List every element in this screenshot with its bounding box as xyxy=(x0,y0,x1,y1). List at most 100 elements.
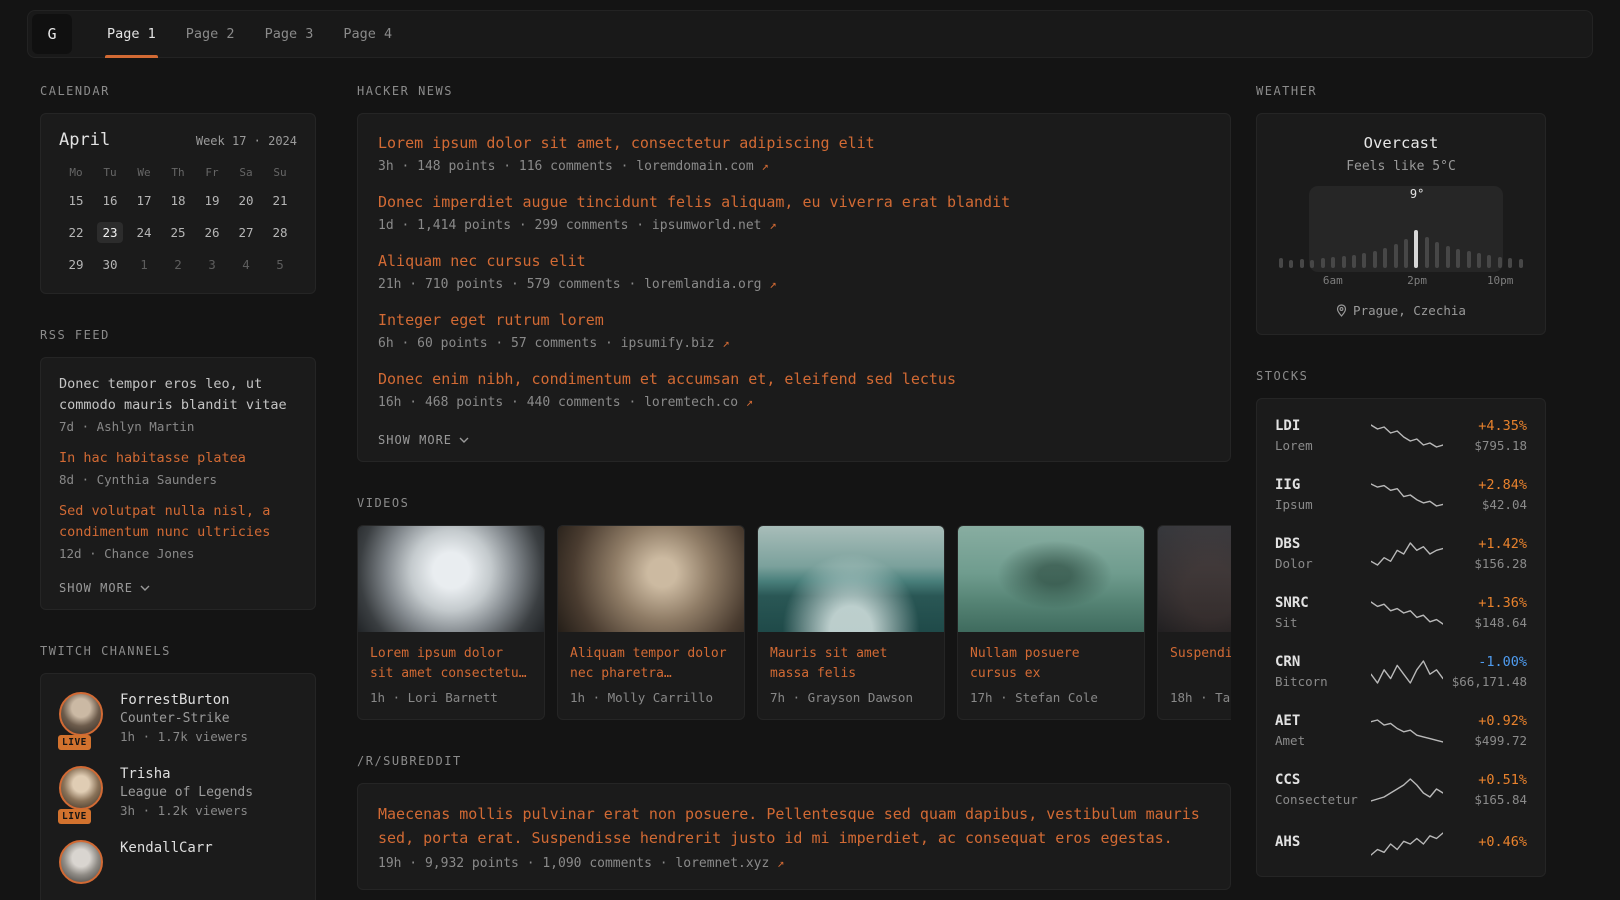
stock-ticker[interactable]: LDI xyxy=(1275,418,1363,434)
weather-bar xyxy=(1321,258,1325,268)
hn-item-title[interactable]: Lorem ipsum dolor sit amet, consectetur … xyxy=(378,132,1210,154)
left-column: CALENDAR April Week 17 · 2024 MoTuWeThFr… xyxy=(40,84,316,900)
stock-ticker[interactable]: CCS xyxy=(1275,772,1363,788)
stock-change: +1.36% xyxy=(1451,595,1527,611)
app-logo[interactable]: G xyxy=(32,14,72,54)
twitch-channel-row[interactable]: LIVE Trisha League of Legends 3h · 1.2k … xyxy=(59,766,297,818)
tab-page-1[interactable]: Page 1 xyxy=(92,11,171,57)
twitch-widget: LIVE ForrestBurton Counter-Strike 1h · 1… xyxy=(40,673,316,900)
video-card[interactable]: Lorem ipsum dolor sit amet consectetu… 1… xyxy=(357,525,545,720)
stock-ticker[interactable]: IIG xyxy=(1275,477,1363,493)
post-title[interactable]: Maecenas mollis pulvinar erat non posuer… xyxy=(378,802,1210,850)
calendar-day: 2 xyxy=(165,254,191,275)
external-link-icon[interactable]: ↗ xyxy=(762,159,769,173)
calendar-weekday: Mo xyxy=(69,166,82,179)
stock-row[interactable]: CRNBitcorn -1.00%$66,171.48 xyxy=(1275,642,1527,701)
channel-name[interactable]: ForrestBurton xyxy=(120,692,248,708)
video-thumbnail[interactable] xyxy=(358,526,544,632)
video-thumbnail[interactable] xyxy=(758,526,944,632)
weather-bar xyxy=(1404,239,1408,268)
rss-item-title[interactable]: In hac habitasse platea xyxy=(59,448,297,469)
stock-ticker[interactable]: AET xyxy=(1275,713,1363,729)
hn-item-title[interactable]: Integer eget rutrum lorem xyxy=(378,309,1210,331)
weather-bar xyxy=(1394,244,1398,268)
rss-item[interactable]: Donec tempor eros leo, ut commodo mauris… xyxy=(59,374,297,434)
stock-ticker[interactable]: AHS xyxy=(1275,834,1363,850)
stock-row[interactable]: IIGIpsum +2.84%$42.04 xyxy=(1275,465,1527,524)
calendar-month: April xyxy=(59,130,110,150)
stock-change: +4.35% xyxy=(1451,418,1527,434)
time-label: 10pm xyxy=(1487,274,1514,287)
weather-bar xyxy=(1435,242,1439,268)
rss-show-more-button[interactable]: SHOW MORE xyxy=(59,575,297,597)
avatar: LIVE xyxy=(59,766,105,818)
stock-ticker[interactable]: DBS xyxy=(1275,536,1363,552)
videos-widget: Lorem ipsum dolor sit amet consectetu… 1… xyxy=(357,525,1231,720)
calendar-weekday: We xyxy=(137,166,150,179)
video-thumbnail[interactable] xyxy=(558,526,744,632)
stocks-section-title: STOCKS xyxy=(1256,369,1546,383)
time-label: 2pm xyxy=(1407,274,1427,287)
stock-row[interactable]: LDILorem +4.35%$795.18 xyxy=(1275,406,1527,465)
tab-page-3[interactable]: Page 3 xyxy=(250,11,329,57)
avatar: LIVE xyxy=(59,692,105,744)
external-link-icon[interactable]: ↗ xyxy=(746,395,753,409)
tab-page-4[interactable]: Page 4 xyxy=(328,11,407,57)
stock-row[interactable]: CCSConsectetur +0.51%$165.84 xyxy=(1275,760,1527,819)
video-title[interactable]: Lorem ipsum dolor sit amet consectetu… xyxy=(370,644,532,684)
stock-price: $499.72 xyxy=(1451,733,1527,748)
video-card[interactable]: Nullam posuere cursus ex 17h · Stefan Co… xyxy=(957,525,1145,720)
subreddit-section-title: /R/SUBREDDIT xyxy=(357,754,1231,768)
right-column: WEATHER Overcast Feels like 5°C 9° 6am 2… xyxy=(1256,84,1546,877)
dashboard-columns: CALENDAR April Week 17 · 2024 MoTuWeThFr… xyxy=(0,58,1620,900)
video-title[interactable]: Mauris sit amet massa felis xyxy=(770,644,932,684)
stock-price: $42.04 xyxy=(1451,497,1527,512)
twitch-channel-row[interactable]: KendallCarr xyxy=(59,840,297,884)
stock-sparkline xyxy=(1371,600,1443,626)
stock-name: Dolor xyxy=(1275,556,1363,571)
video-title[interactable]: Aliquam tempor dolor nec pharetra… xyxy=(570,644,732,684)
video-info: Lorem ipsum dolor sit amet consectetu… 1… xyxy=(358,632,544,719)
twitch-channel-row[interactable]: LIVE ForrestBurton Counter-Strike 1h · 1… xyxy=(59,692,297,744)
stock-ticker[interactable]: SNRC xyxy=(1275,595,1363,611)
weather-bar xyxy=(1331,257,1335,268)
hackernews-item: Donec imperdiet augue tincidunt felis al… xyxy=(378,191,1210,233)
video-card[interactable]: Mauris sit amet massa felis 7h · Grayson… xyxy=(757,525,945,720)
rss-item-title[interactable]: Donec tempor eros leo, ut commodo mauris… xyxy=(59,374,297,416)
channel-game: Counter-Strike xyxy=(120,711,248,726)
calendar-day: 4 xyxy=(233,254,259,275)
stock-ticker[interactable]: CRN xyxy=(1275,654,1363,670)
hn-item-title[interactable]: Aliquam nec cursus elit xyxy=(378,250,1210,272)
stock-row[interactable]: AHS +0.46% xyxy=(1275,819,1527,869)
rss-item-title[interactable]: Sed volutpat nulla nisl, a condimentum n… xyxy=(59,501,297,543)
video-thumbnail[interactable] xyxy=(1158,526,1231,632)
video-card[interactable]: Aliquam tempor dolor nec pharetra… 1h · … xyxy=(557,525,745,720)
channel-name[interactable]: KendallCarr xyxy=(120,840,213,856)
channel-name[interactable]: Trisha xyxy=(120,766,253,782)
video-meta: 1h · Molly Carrillo xyxy=(570,690,732,705)
hn-item-title[interactable]: Donec enim nibh, condimentum et accumsan… xyxy=(378,368,1210,390)
weather-bar xyxy=(1425,237,1429,268)
video-title[interactable]: Nullam posuere cursus ex xyxy=(970,644,1132,684)
hn-item-title[interactable]: Donec imperdiet augue tincidunt felis al… xyxy=(378,191,1210,213)
video-title[interactable]: Suspendisse diam xyxy=(1170,644,1231,684)
video-info: Suspendisse diam 18h · Tara xyxy=(1158,632,1231,719)
stock-row[interactable]: DBSDolor +1.42%$156.28 xyxy=(1275,524,1527,583)
video-thumbnail[interactable] xyxy=(958,526,1144,632)
rss-item[interactable]: In hac habitasse platea 8d · Cynthia Sau… xyxy=(59,448,297,487)
hn-show-more-button[interactable]: SHOW MORE xyxy=(378,427,1210,449)
calendar-day: 21 xyxy=(267,190,293,211)
external-link-icon[interactable]: ↗ xyxy=(777,856,784,870)
stock-name: Ipsum xyxy=(1275,497,1363,512)
stock-row[interactable]: SNRCSit +1.36%$148.64 xyxy=(1275,583,1527,642)
hn-meta-text: 3h · 148 points · 116 comments · loremdo… xyxy=(378,159,754,174)
subreddit-widget: Maecenas mollis pulvinar erat non posuer… xyxy=(357,783,1231,890)
weather-hourly-chart: 9° 6am 2pm 10pm xyxy=(1277,188,1525,288)
video-card[interactable]: Suspendisse diam 18h · Tara xyxy=(1157,525,1231,720)
external-link-icon[interactable]: ↗ xyxy=(722,336,729,350)
external-link-icon[interactable]: ↗ xyxy=(769,277,776,291)
tab-page-2[interactable]: Page 2 xyxy=(171,11,250,57)
rss-item[interactable]: Sed volutpat nulla nisl, a condimentum n… xyxy=(59,501,297,561)
external-link-icon[interactable]: ↗ xyxy=(769,218,776,232)
stock-row[interactable]: AETAmet +0.92%$499.72 xyxy=(1275,701,1527,760)
